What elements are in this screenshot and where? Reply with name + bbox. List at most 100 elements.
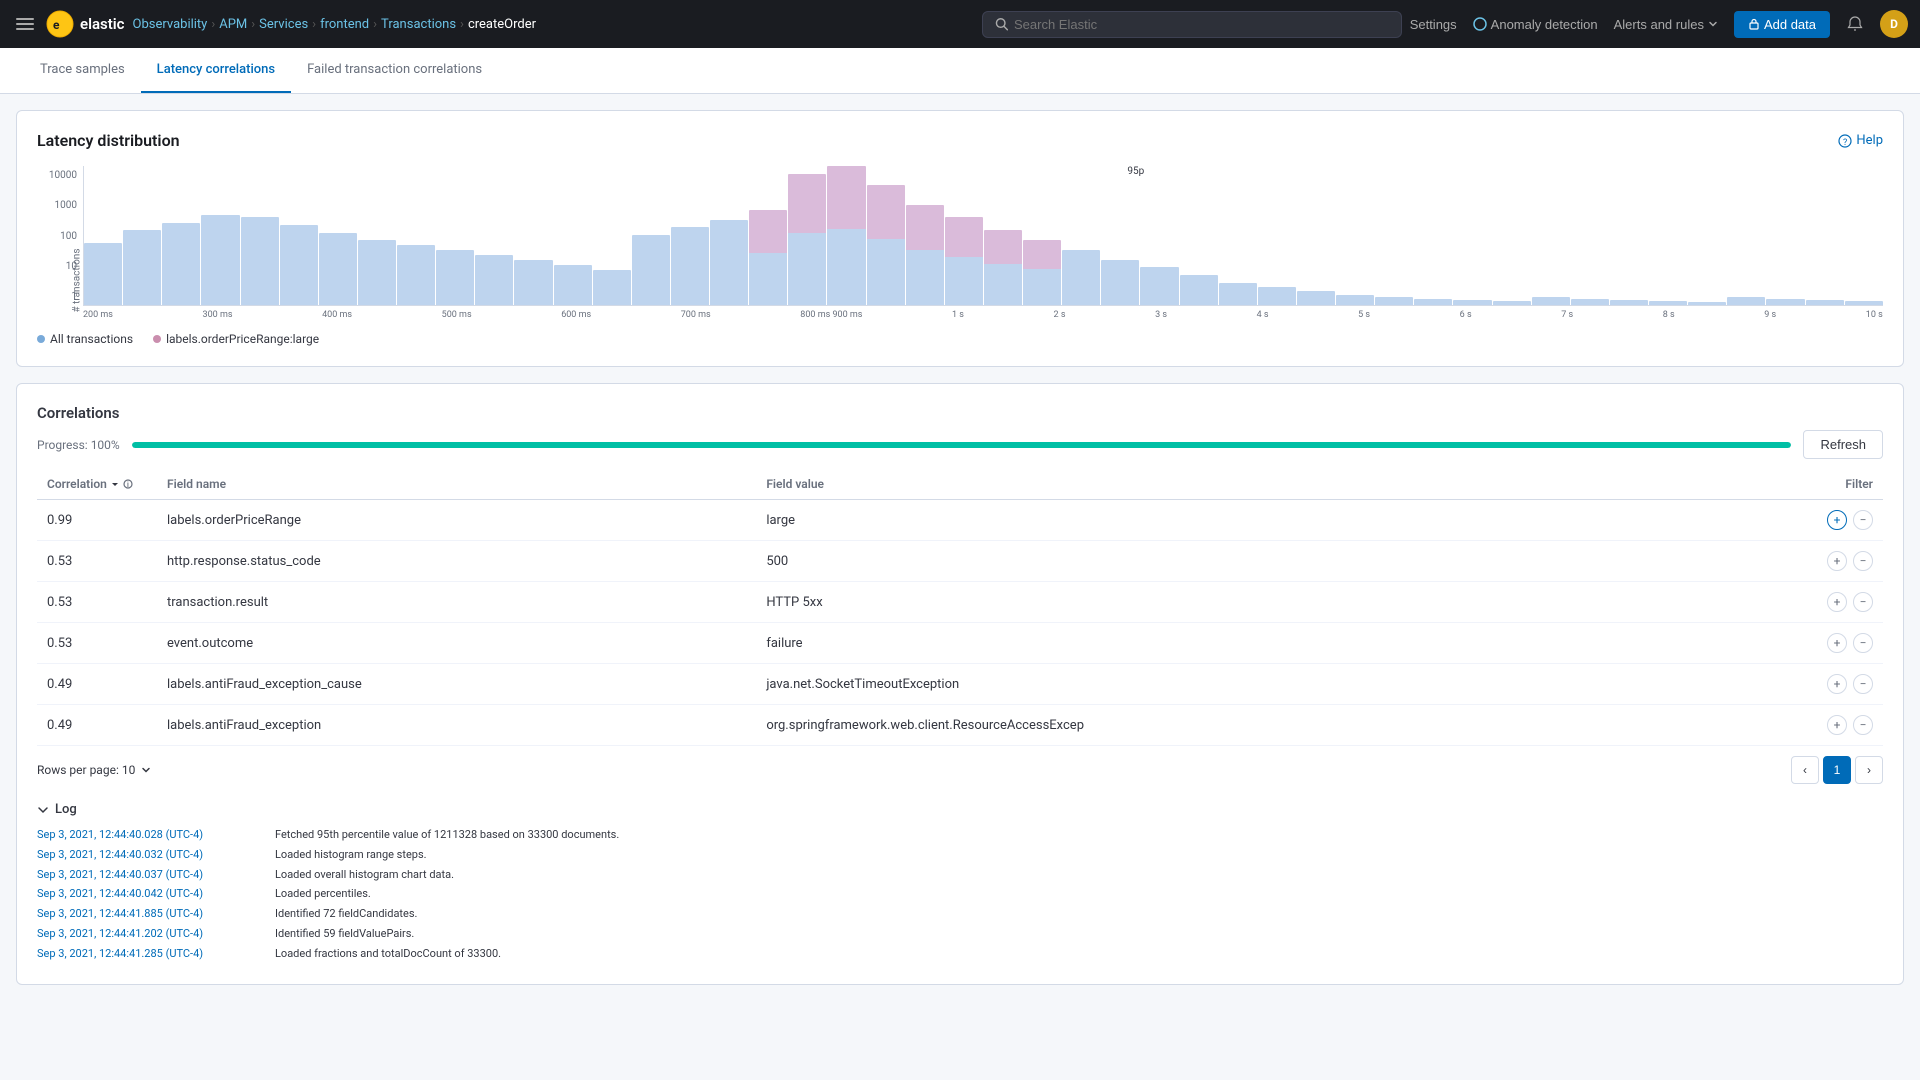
correlation-value: 0.99 <box>37 500 157 541</box>
legend-order-price: labels.orderPriceRange:large <box>153 332 319 346</box>
filter-include-button[interactable]: + <box>1827 633 1847 653</box>
log-time: Sep 3, 2021, 12:44:40.028 (UTC-4) <box>37 825 267 845</box>
field-name: labels.orderPriceRange <box>157 500 756 541</box>
log-time: Sep 3, 2021, 12:44:40.042 (UTC-4) <box>37 884 267 904</box>
th-correlation[interactable]: Correlation i <box>37 469 157 500</box>
svg-text:e: e <box>53 18 60 32</box>
filter-exclude-button[interactable]: − <box>1853 633 1873 653</box>
log-entry: Sep 3, 2021, 12:44:40.032 (UTC-4)Loaded … <box>37 845 1883 865</box>
log-message: Fetched 95th percentile value of 1211328… <box>275 825 619 845</box>
correlation-value: 0.53 <box>37 623 157 664</box>
filter-cell: + − <box>1699 705 1883 746</box>
legend-dot-blue <box>37 335 45 343</box>
filter-exclude-button[interactable]: − <box>1853 674 1873 694</box>
nav-right: Settings Anomaly detection Alerts and ru… <box>1410 10 1908 38</box>
filter-include-button[interactable]: + <box>1827 674 1847 694</box>
settings-button[interactable]: Settings <box>1410 17 1457 32</box>
table-row: 0.53 transaction.result HTTP 5xx + − <box>37 582 1883 623</box>
percentile-label: 95p <box>1127 166 1144 177</box>
filter-include-button[interactable]: + <box>1827 510 1847 530</box>
field-name: labels.antiFraud_exception <box>157 705 756 746</box>
breadcrumb-observability[interactable]: Observability <box>133 17 208 32</box>
filter-exclude-button[interactable]: − <box>1853 510 1873 530</box>
log-header[interactable]: Log <box>37 794 1883 825</box>
table-row: 0.99 labels.orderPriceRange large + − <box>37 500 1883 541</box>
filter-include-button[interactable]: + <box>1827 592 1847 612</box>
refresh-button[interactable]: Refresh <box>1803 430 1883 459</box>
correlation-value: 0.53 <box>37 582 157 623</box>
correlation-value: 0.49 <box>37 664 157 705</box>
chevron-down-icon <box>37 804 49 816</box>
rows-per-page-selector[interactable]: Rows per page: 10 <box>37 763 151 777</box>
filter-cell: + − <box>1699 623 1883 664</box>
search-icon <box>995 17 1008 31</box>
bell-icon <box>1846 15 1864 33</box>
log-entry: Sep 3, 2021, 12:44:40.042 (UTC-4) Loaded … <box>37 884 1883 904</box>
filter-include-button[interactable]: + <box>1827 715 1847 735</box>
tab-trace-samples[interactable]: Trace samples <box>24 48 141 93</box>
latency-distribution-title: Latency distribution <box>37 131 180 150</box>
breadcrumb-transactions[interactable]: Transactions <box>381 17 456 32</box>
correlation-value: 0.49 <box>37 705 157 746</box>
correlations-header: Correlations <box>37 404 1883 422</box>
pagination-row: Rows per page: 10 ‹ 1 › <box>37 746 1883 794</box>
th-field-value[interactable]: Field value <box>756 469 1698 500</box>
progress-label: Progress: 100% <box>37 438 120 452</box>
breadcrumb-createorder: createOrder <box>468 17 536 32</box>
field-value: org.springframework.web.client.ResourceA… <box>756 705 1698 746</box>
x-axis: 200 ms 300 ms 400 ms 500 ms 600 ms 700 m… <box>83 306 1883 320</box>
field-name: http.response.status_code <box>157 541 756 582</box>
log-section: Log Sep 3, 2021, 12:44:40.028 (UTC-4) Fet… <box>37 794 1883 964</box>
chart-bars: 95p <box>83 166 1883 306</box>
tab-failed-transaction-correlations[interactable]: Failed transaction correlations <box>291 48 498 93</box>
logo-text: elastic <box>80 15 125 33</box>
log-time: Sep 3, 2021, 12:44:40.037 (UTC-4) <box>37 865 267 885</box>
breadcrumb-services[interactable]: Services <box>259 17 308 32</box>
log-message: Loaded fractions and totalDocCount of 33… <box>275 944 501 964</box>
alerts-rules-button[interactable]: Alerts and rules <box>1614 17 1718 32</box>
lock-icon <box>1748 18 1760 30</box>
prev-page-button[interactable]: ‹ <box>1791 756 1819 784</box>
log-title: Log <box>55 802 77 817</box>
table-row: 0.53 event.outcome failure + − <box>37 623 1883 664</box>
filter-exclude-button[interactable]: − <box>1853 715 1873 735</box>
avatar[interactable]: D <box>1880 10 1908 38</box>
svg-text:i: i <box>127 481 129 489</box>
filter-exclude-button[interactable]: − <box>1853 592 1873 612</box>
main-content: Latency distribution ? Help 10000 1000 1… <box>0 94 1920 1017</box>
page-1-button[interactable]: 1 <box>1823 756 1851 784</box>
log-message: Identified 59 fieldValuePairs. <box>275 924 414 944</box>
search-input[interactable] <box>1014 17 1389 32</box>
field-name: transaction.result <box>157 582 756 623</box>
menu-button[interactable] <box>12 11 38 37</box>
notifications-button[interactable] <box>1846 15 1864 33</box>
correlation-value: 0.53 <box>37 541 157 582</box>
tabs-bar: Trace samples Latency correlations Faile… <box>0 48 1920 94</box>
elastic-logo: e elastic <box>46 10 125 38</box>
breadcrumb-frontend[interactable]: frontend <box>320 17 369 32</box>
filter-cell: + − <box>1699 664 1883 705</box>
anomaly-icon <box>1473 17 1487 31</box>
add-data-button[interactable]: Add data <box>1734 11 1830 38</box>
filter-exclude-button[interactable]: − <box>1853 551 1873 571</box>
correlations-title: Correlations <box>37 404 120 422</box>
log-message: Identified 72 fieldCandidates. <box>275 904 417 924</box>
breadcrumb-apm[interactable]: APM <box>219 17 247 32</box>
info-icon: i <box>123 479 133 489</box>
field-value: 500 <box>756 541 1698 582</box>
log-entry: Sep 3, 2021, 12:44:41.885 (UTC-4)Identif… <box>37 904 1883 924</box>
log-message: Loaded percentiles. <box>275 884 371 904</box>
next-page-button[interactable]: › <box>1855 756 1883 784</box>
log-message: Loaded histogram range steps. <box>275 845 427 865</box>
anomaly-detection-button[interactable]: Anomaly detection <box>1473 17 1598 32</box>
filter-cell: + − <box>1699 500 1883 541</box>
help-link[interactable]: ? Help <box>1838 133 1883 148</box>
th-field-name[interactable]: Field name <box>157 469 756 500</box>
y-axis-label: # transactions <box>72 249 83 313</box>
search-bar[interactable] <box>982 11 1402 38</box>
progress-row: Progress: 100% Refresh <box>37 430 1883 459</box>
page-navigation: ‹ 1 › <box>1791 756 1883 784</box>
filter-include-button[interactable]: + <box>1827 551 1847 571</box>
log-time: Sep 3, 2021, 12:44:41.202 (UTC-4) <box>37 924 267 944</box>
tab-latency-correlations[interactable]: Latency correlations <box>141 48 291 93</box>
